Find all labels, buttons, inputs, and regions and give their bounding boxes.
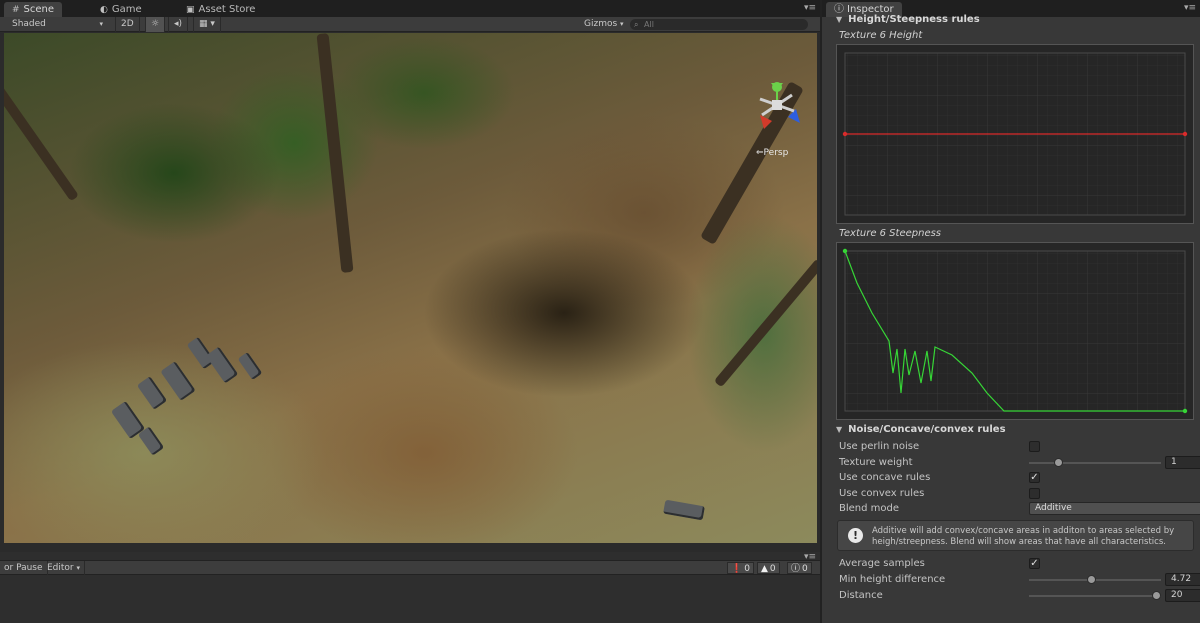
gizmos-dropdown[interactable]: Gizmos ▾ (584, 17, 624, 32)
use-concave-rules-row: Use concave rules ✓ (839, 472, 1040, 483)
error-count-button[interactable]: ⓘ 0 (787, 562, 812, 574)
average-samples-checkbox[interactable]: ✓ (1029, 558, 1040, 569)
texture-weight-field[interactable]: 1 (1165, 456, 1200, 469)
warning-count-button[interactable]: ▲ 0 (757, 562, 780, 574)
height-curve-field[interactable] (836, 44, 1194, 224)
error-icon: ⓘ (791, 564, 801, 574)
rock (136, 376, 168, 410)
average-samples-row: Average samples ✓ (839, 558, 1040, 569)
chevron-down-icon: ▾ (99, 20, 103, 28)
scene-search-input[interactable]: ⌕ All (630, 19, 808, 30)
bag-icon: ▣ (186, 5, 195, 15)
min-height-difference-field[interactable]: 4.72 (1165, 573, 1200, 586)
tab-asset-store[interactable]: ▣ Asset Store (178, 2, 263, 17)
chevron-down-icon: ▾ (620, 20, 624, 28)
height-curve-label: Texture 6 Height (839, 30, 923, 41)
foldout-arrow-icon: ▼ (836, 15, 843, 24)
grid-icon: # (12, 5, 20, 15)
min-height-difference-slider[interactable] (1029, 575, 1161, 584)
use-convex-rules-checkbox[interactable] (1029, 488, 1040, 499)
curve-key[interactable] (842, 131, 848, 137)
height-curve-graph (842, 52, 1188, 216)
console-panel: ▾≡ or Pause Editor ▾ ❗ 0 ▲ 0 ⓘ 0 (0, 552, 820, 623)
curve-key[interactable] (842, 248, 848, 254)
use-concave-rules-checkbox[interactable]: ✓ (1029, 472, 1040, 483)
curve-key[interactable] (1182, 131, 1188, 137)
slider-thumb[interactable] (1086, 575, 1096, 584)
tab-game[interactable]: ◐ Game (92, 2, 150, 17)
blend-mode-dropdown[interactable]: Additive ⬍ (1029, 502, 1200, 515)
texture-weight-row: Texture weight 1 (839, 455, 1200, 470)
blend-mode-row: Blend mode Additive ⬍ (839, 501, 1200, 516)
slider-thumb[interactable] (1053, 458, 1063, 467)
scene-panel: # Scene ◐ Game ▣ Asset Store ▾≡ Shaded ▾ 2D… (0, 0, 820, 560)
rock (137, 426, 165, 456)
rock (237, 351, 263, 381)
texture-weight-slider[interactable] (1029, 458, 1161, 467)
distance-field[interactable]: 20 (1165, 589, 1200, 602)
use-perlin-noise-checkbox[interactable] (1029, 441, 1040, 452)
foldout-arrow-icon: ▼ (836, 425, 843, 434)
noise-concave-convex-foldout[interactable]: ▼ Noise/Concave/convex rules (836, 423, 1006, 437)
distance-row: Distance 20 (839, 588, 1200, 603)
effects-toggle-icon[interactable]: ▦ ▾ (193, 17, 221, 32)
view-mode-label[interactable]: ⇐Persp (756, 148, 788, 158)
audio-toggle-icon[interactable]: ◂) (168, 17, 189, 32)
info-icon: ! (848, 528, 863, 543)
orientation-gizmo[interactable] (752, 77, 812, 137)
steepness-curve-field[interactable] (836, 242, 1194, 420)
use-perlin-noise-row: Use perlin noise (839, 439, 1199, 454)
axis-gizmo-icon (759, 82, 800, 129)
curve-key[interactable] (1182, 408, 1188, 414)
help-text: Additive will add convex/concave areas i… (872, 526, 1175, 547)
chevron-down-icon: ▾ (76, 564, 81, 572)
rock (160, 361, 196, 401)
blend-mode-helpbox: ! Additive will add convex/concave areas… (837, 520, 1194, 551)
toggle-2d-button[interactable]: 2D (115, 17, 140, 32)
tree-trunk (4, 64, 79, 202)
editor-dropdown[interactable]: Editor ▾ (43, 561, 86, 575)
rock (205, 346, 239, 384)
tab-scene[interactable]: # Scene (4, 2, 63, 17)
scene-tabbar: # Scene ◐ Game ▣ Asset Store ▾≡ (0, 0, 820, 17)
warning-icon: ▲ (761, 564, 768, 574)
panel-menu-icon[interactable]: ▾≡ (804, 3, 816, 13)
steepness-curve-graph (842, 248, 1188, 414)
slider-thumb[interactable] (1152, 591, 1161, 600)
rock (663, 499, 705, 521)
tree-trunk (316, 33, 354, 273)
shading-mode-dropdown[interactable]: Shaded ▾ (12, 17, 107, 32)
min-height-difference-row: Min height difference 4.72 (839, 572, 1200, 587)
distance-slider[interactable] (1029, 591, 1161, 600)
info-icon: ❗ (731, 564, 743, 574)
error-pause-button[interactable]: or Pause (0, 561, 48, 575)
lighting-toggle-icon[interactable]: ☼ (145, 17, 166, 32)
tree-trunk (713, 258, 817, 388)
steepness-curve-label: Texture 6 Steepness (839, 228, 942, 239)
scene-toolbar: Shaded ▾ 2D ☼ ◂) ▦ ▾ Gizmos ▾ ⌕ All (0, 17, 820, 32)
console-toolbar: or Pause Editor ▾ ❗ 0 ▲ 0 ⓘ 0 (0, 560, 820, 575)
scene-viewport[interactable]: ⇐Persp (4, 33, 817, 543)
info-count-button[interactable]: ❗ 0 (727, 562, 754, 574)
search-icon: ⌕ (634, 20, 639, 29)
use-convex-rules-row: Use convex rules (839, 486, 1199, 501)
inspector-menu-icon[interactable]: ▾≡ (1184, 3, 1196, 13)
pacman-icon: ◐ (100, 5, 108, 15)
inspector-panel: ⓘ Inspector ▾≡ ▼ Height/Steepness rules Te… (820, 0, 1200, 623)
height-steepness-foldout[interactable]: ▼ Height/Steepness rules (836, 13, 980, 27)
